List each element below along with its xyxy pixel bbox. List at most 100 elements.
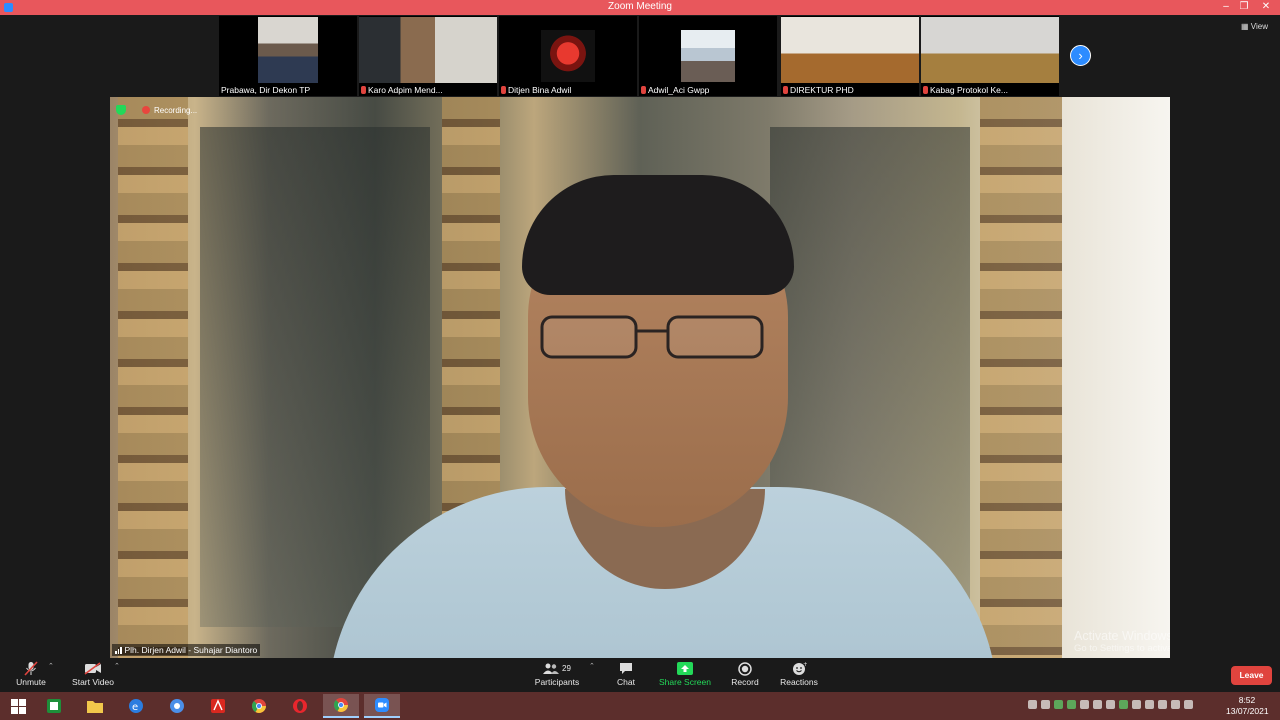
carved-frame (980, 97, 1062, 658)
title-bar: Zoom Meeting – ❐ ✕ (0, 0, 1280, 15)
record-button[interactable]: Record (728, 660, 762, 687)
svg-text:+: + (803, 661, 807, 668)
participant-name: Karo Adpim Mend... (368, 85, 443, 95)
view-label: View (1250, 22, 1268, 31)
watermark-title: Activate Windows (1074, 629, 1170, 643)
close-icon[interactable]: ✕ (1258, 0, 1274, 15)
svg-text:e: e (132, 702, 138, 713)
meeting-toolbar: Unmute ⌃ Start Video ⌃ 29 Participants ⌃… (0, 658, 1280, 692)
edge-icon[interactable]: e (118, 694, 154, 718)
activate-windows-watermark: Activate Windows Go to Settings to activ… (1074, 629, 1170, 654)
view-button[interactable]: ▦ View (1241, 22, 1268, 31)
mic-muted-icon (641, 86, 646, 94)
tray-icon[interactable] (1067, 700, 1076, 709)
acrobat-icon[interactable] (200, 694, 236, 718)
participant-tile[interactable]: Ditjen Bina Adwil (499, 16, 637, 96)
share-screen-arrow-icon (677, 662, 693, 675)
participants-button[interactable]: 29 Participants (533, 660, 581, 687)
chrome-icon[interactable] (241, 694, 277, 718)
minimize-icon[interactable]: – (1218, 0, 1234, 15)
mic-muted-icon (923, 86, 928, 94)
participant-tile[interactable]: Adwil_Aci Gwpp (639, 16, 777, 96)
video-camera-off-icon (84, 662, 101, 675)
participant-tile[interactable]: DIREKTUR PHD (781, 16, 919, 96)
reactions-label: Reactions (780, 677, 818, 687)
window-title: Zoom Meeting (608, 1, 672, 12)
tray-icon[interactable] (1119, 700, 1128, 709)
tray-icon[interactable] (1132, 700, 1141, 709)
participant-photo (681, 30, 735, 82)
video-options-chevron-icon[interactable]: ⌃ (114, 662, 120, 670)
tray-icon[interactable] (1106, 700, 1115, 709)
speaker-name: Plh. Dirjen Adwil - Suhajar Diantoro (124, 645, 258, 655)
speaker-volume-icon[interactable] (1158, 700, 1167, 709)
recording-label: Recording... (154, 105, 198, 115)
leave-button[interactable]: Leave (1231, 666, 1272, 685)
participant-tile[interactable]: Kabag Protokol Ke... (921, 16, 1059, 96)
flag-icon[interactable] (1171, 700, 1180, 709)
start-video-button[interactable]: Start Video (70, 660, 116, 687)
unmute-button[interactable]: Unmute (12, 660, 50, 687)
mic-muted-icon (783, 86, 788, 94)
chat-bubble-icon (620, 663, 632, 674)
opera-icon[interactable] (282, 694, 318, 718)
tray-icon[interactable] (1080, 700, 1089, 709)
speaker-hair (522, 175, 794, 295)
participants-label: Participants (534, 677, 580, 687)
main-speaker-video: Recording... Plh. Dirjen Adwil - Suhajar… (110, 97, 1170, 658)
bluetooth-icon[interactable] (1093, 700, 1102, 709)
zoom-icon[interactable] (364, 694, 400, 718)
unmute-label: Unmute (16, 677, 46, 687)
share-screen-button[interactable]: Share Screen (658, 660, 712, 687)
tray-icon[interactable] (1028, 700, 1037, 709)
tray-icon[interactable] (1041, 700, 1050, 709)
record-label: Record (731, 677, 759, 687)
battery-icon[interactable] (1145, 700, 1154, 709)
start-video-label: Start Video (72, 677, 114, 687)
smiley-reaction-icon: + (792, 661, 807, 675)
participants-icon (543, 663, 560, 674)
mic-muted-icon (501, 86, 506, 94)
file-explorer-icon[interactable] (77, 694, 113, 718)
windows-start-icon[interactable] (0, 694, 36, 718)
security-shield-icon[interactable] (116, 105, 126, 115)
chrome-icon[interactable] (159, 694, 195, 718)
carved-frame (118, 97, 188, 658)
participant-tile[interactable]: Karo Adpim Mend... (359, 16, 497, 96)
clock-time: 8:52 (1238, 695, 1256, 705)
reactions-button[interactable]: + Reactions (779, 660, 819, 687)
chat-button[interactable]: Chat (612, 660, 640, 687)
chrome-icon[interactable] (323, 694, 359, 718)
participant-name: Prabawa, Dir Dekon TP (221, 85, 311, 95)
windows-taskbar: e 8:52 13/07/2021 (0, 692, 1280, 720)
recording-dot-icon (142, 106, 150, 114)
next-page-chevron-icon[interactable]: › (1070, 45, 1091, 66)
participants-strip: Prabawa, Dir Dekon TP Karo Adpim Mend...… (0, 15, 1280, 97)
speaker-glasses (540, 315, 764, 359)
office-icon[interactable] (36, 694, 72, 718)
participant-name: Ditjen Bina Adwil (508, 85, 572, 95)
speaker-name-tag: Plh. Dirjen Adwil - Suhajar Diantoro (112, 644, 261, 656)
microphone-muted-icon (24, 661, 38, 676)
participant-video (921, 17, 1059, 83)
clock-date: 13/07/2021 (1226, 706, 1269, 716)
participant-video (359, 17, 497, 83)
share-screen-label: Share Screen (659, 677, 711, 687)
participant-video (781, 17, 919, 83)
mic-muted-icon (361, 86, 366, 94)
audio-options-chevron-icon[interactable]: ⌃ (48, 662, 54, 670)
participant-name: Kabag Protokol Ke... (930, 85, 1008, 95)
taskbar-clock[interactable]: 8:52 13/07/2021 (1226, 695, 1269, 717)
participants-options-chevron-icon[interactable]: ⌃ (589, 662, 595, 670)
participant-tile[interactable]: Prabawa, Dir Dekon TP (219, 16, 357, 96)
notification-icon[interactable] (1184, 700, 1193, 709)
system-tray[interactable] (1028, 700, 1193, 709)
watermark-subtitle: Go to Settings to activate Windows. (1074, 643, 1170, 654)
maximize-icon[interactable]: ❐ (1236, 0, 1252, 15)
record-icon (738, 661, 752, 676)
participant-name: Adwil_Aci Gwpp (648, 85, 710, 95)
chat-label: Chat (617, 677, 635, 687)
signal-strength-icon (115, 646, 122, 654)
participants-count: 29 (562, 664, 571, 673)
tray-icon[interactable] (1054, 700, 1063, 709)
